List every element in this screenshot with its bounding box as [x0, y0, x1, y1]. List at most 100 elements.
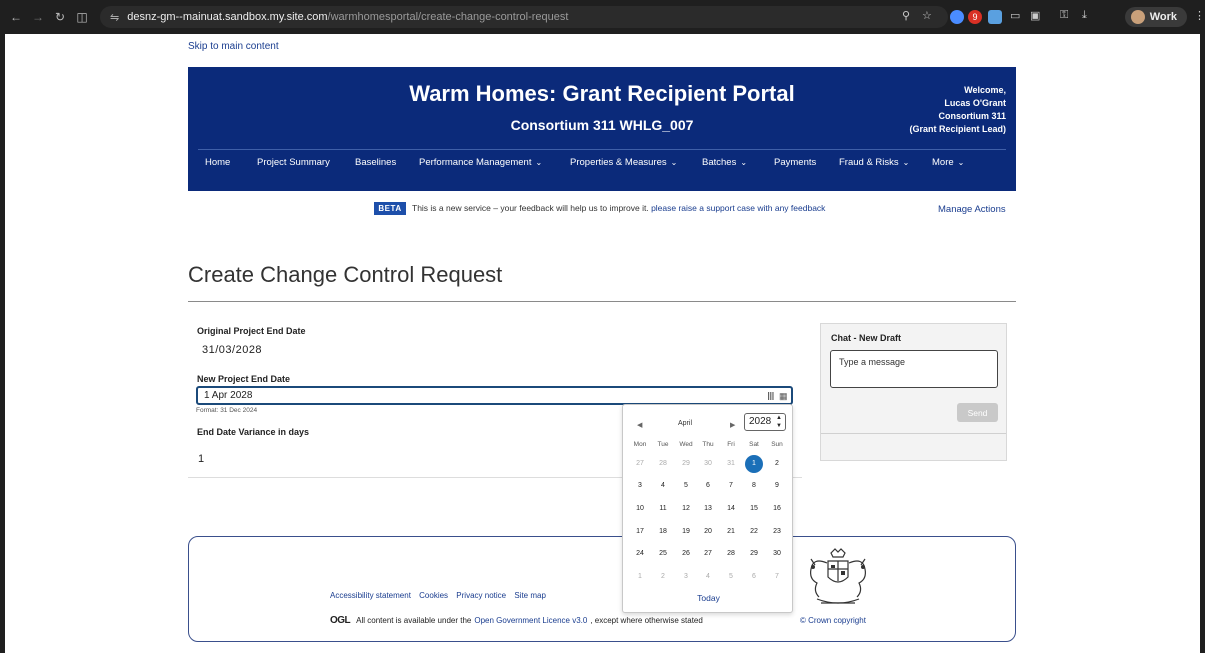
- nav-batches[interactable]: Batches ⌄: [702, 157, 747, 168]
- previous-month-icon[interactable]: ◀: [637, 421, 642, 429]
- calendar-day[interactable]: 28: [721, 545, 741, 563]
- privacy-link[interactable]: Privacy notice: [456, 591, 506, 600]
- calendar-day[interactable]: 14: [721, 500, 741, 518]
- calendar-day[interactable]: 30: [767, 545, 787, 563]
- reload-icon[interactable]: ↻: [50, 10, 70, 24]
- nav-fraud-risks[interactable]: Fraud & Risks ⌄: [839, 157, 909, 168]
- extensions-puzzle-icon[interactable]: ▣: [1030, 9, 1040, 22]
- send-button[interactable]: Send: [957, 403, 998, 422]
- calendar-day[interactable]: 22: [744, 523, 764, 541]
- password-key-icon[interactable]: ⚿: [1060, 9, 1068, 22]
- calendar-day[interactable]: 5: [676, 477, 696, 495]
- calendar-day[interactable]: 28: [653, 455, 673, 473]
- calendar-day[interactable]: 21: [721, 523, 741, 541]
- browser-menu-icon[interactable]: ⋮: [1194, 9, 1205, 22]
- accessibility-link[interactable]: Accessibility statement: [330, 591, 411, 600]
- calendar-day[interactable]: 10: [630, 500, 650, 518]
- calendar-day[interactable]: 4: [698, 568, 718, 586]
- calendar-day[interactable]: 3: [630, 477, 650, 495]
- calendar-day[interactable]: 6: [698, 477, 718, 495]
- forward-icon[interactable]: →: [28, 10, 48, 24]
- download-icon[interactable]: ⤓: [1082, 9, 1087, 22]
- next-month-icon[interactable]: ▶: [730, 421, 735, 429]
- bookmark-star-icon[interactable]: ☆: [922, 9, 932, 22]
- calendar-day-number: 16: [773, 505, 781, 512]
- nav-payments[interactable]: Payments: [774, 157, 816, 168]
- back-icon[interactable]: ←: [6, 10, 26, 24]
- calendar-day-number: 21: [727, 528, 735, 535]
- calendar-day[interactable]: 27: [698, 545, 718, 563]
- calendar-day[interactable]: 30: [698, 455, 718, 473]
- cookies-link[interactable]: Cookies: [419, 591, 448, 600]
- site-info-icon[interactable]: ⇋: [110, 11, 119, 24]
- calendar-day[interactable]: 27: [630, 455, 650, 473]
- text-cursor-icon: Ⅲ: [767, 391, 775, 403]
- calendar-day[interactable]: 24: [630, 545, 650, 563]
- extension-red-icon[interactable]: 9: [968, 10, 982, 24]
- calendar-day[interactable]: 7: [767, 568, 787, 586]
- calendar-day[interactable]: 17: [630, 523, 650, 541]
- calendar-day[interactable]: 29: [676, 455, 696, 473]
- selected-day[interactable]: 1: [744, 455, 764, 473]
- calendar-day[interactable]: 20: [698, 523, 718, 541]
- nav-baselines[interactable]: Baselines: [355, 157, 396, 168]
- calendar-day[interactable]: 4: [653, 477, 673, 495]
- calendar-day-number: 5: [684, 482, 688, 489]
- nav-properties-measures[interactable]: Properties & Measures ⌄: [570, 157, 677, 168]
- ogl-licence-link[interactable]: Open Government Licence v3.0: [474, 616, 587, 625]
- calendar-day-number: 7: [775, 573, 779, 580]
- chat-message-input[interactable]: [830, 350, 998, 388]
- nav-performance-management[interactable]: Performance Management ⌄: [419, 157, 542, 168]
- today-button[interactable]: Today: [623, 593, 794, 603]
- calendar-day-number: 14: [727, 505, 735, 512]
- calendar-day[interactable]: 16: [767, 500, 787, 518]
- calendar-day[interactable]: 1: [630, 568, 650, 586]
- calendar-day[interactable]: 31: [721, 455, 741, 473]
- calendar-day[interactable]: 12: [676, 500, 696, 518]
- calendar-day[interactable]: 26: [676, 545, 696, 563]
- extension-cyan-icon[interactable]: [988, 10, 1002, 27]
- welcome-greeting: Welcome,: [964, 85, 1006, 95]
- user-organisation: Consortium 311: [938, 111, 1006, 121]
- window-frame-right: [1200, 34, 1205, 653]
- calendar-day[interactable]: 19: [676, 523, 696, 541]
- variance-value: 1: [198, 453, 205, 465]
- extension-blue-icon[interactable]: [950, 10, 964, 27]
- crown-copyright-link[interactable]: © Crown copyright: [800, 616, 866, 625]
- site-footer: Accessibility statement Cookies Privacy …: [188, 536, 1016, 642]
- nav-more[interactable]: More ⌄: [932, 157, 964, 168]
- calendar-day[interactable]: 3: [676, 568, 696, 586]
- split-view-icon[interactable]: ◫: [72, 10, 92, 24]
- skip-to-main-link[interactable]: Skip to main content: [188, 41, 279, 52]
- nav-home[interactable]: Home: [205, 157, 230, 168]
- calendar-day[interactable]: 11: [653, 500, 673, 518]
- calendar-day[interactable]: 15: [744, 500, 764, 518]
- manage-actions-link[interactable]: Manage Actions: [938, 204, 1006, 215]
- calendar-day[interactable]: 7: [721, 477, 741, 495]
- support-case-link[interactable]: please raise a support case with any fee…: [651, 203, 825, 213]
- new-end-date-input[interactable]: 1 Apr 2028: [196, 386, 793, 405]
- calendar-day[interactable]: 2: [653, 568, 673, 586]
- calendar-day-number: 6: [752, 573, 756, 580]
- ogl-logo: OGL: [330, 615, 351, 626]
- zoom-icon[interactable]: ⚲: [902, 9, 910, 22]
- calendar-day[interactable]: 2: [767, 455, 787, 473]
- calendar-day[interactable]: 18: [653, 523, 673, 541]
- calendar-day-number: 31: [727, 460, 735, 467]
- calendar-icon[interactable]: ▦: [779, 391, 788, 402]
- calendar-day[interactable]: 23: [767, 523, 787, 541]
- cast-icon[interactable]: ▭: [1010, 9, 1020, 22]
- calendar-day[interactable]: 9: [767, 477, 787, 495]
- calendar-day[interactable]: 13: [698, 500, 718, 518]
- sitemap-link[interactable]: Site map: [514, 591, 546, 600]
- year-select[interactable]: 2028 ▲ ▼: [744, 413, 786, 431]
- calendar-day[interactable]: 29: [744, 545, 764, 563]
- calendar-day[interactable]: 8: [744, 477, 764, 495]
- calendar-day[interactable]: 25: [653, 545, 673, 563]
- profile-button[interactable]: Work: [1124, 7, 1187, 27]
- profile-label: Work: [1149, 11, 1177, 23]
- calendar-day[interactable]: 6: [744, 568, 764, 586]
- calendar-day[interactable]: 5: [721, 568, 741, 586]
- nav-project-summary[interactable]: Project Summary: [257, 157, 330, 168]
- address-bar[interactable]: ⇋ desnz-gm--mainuat.sandbox.my.site.com /…: [100, 6, 948, 28]
